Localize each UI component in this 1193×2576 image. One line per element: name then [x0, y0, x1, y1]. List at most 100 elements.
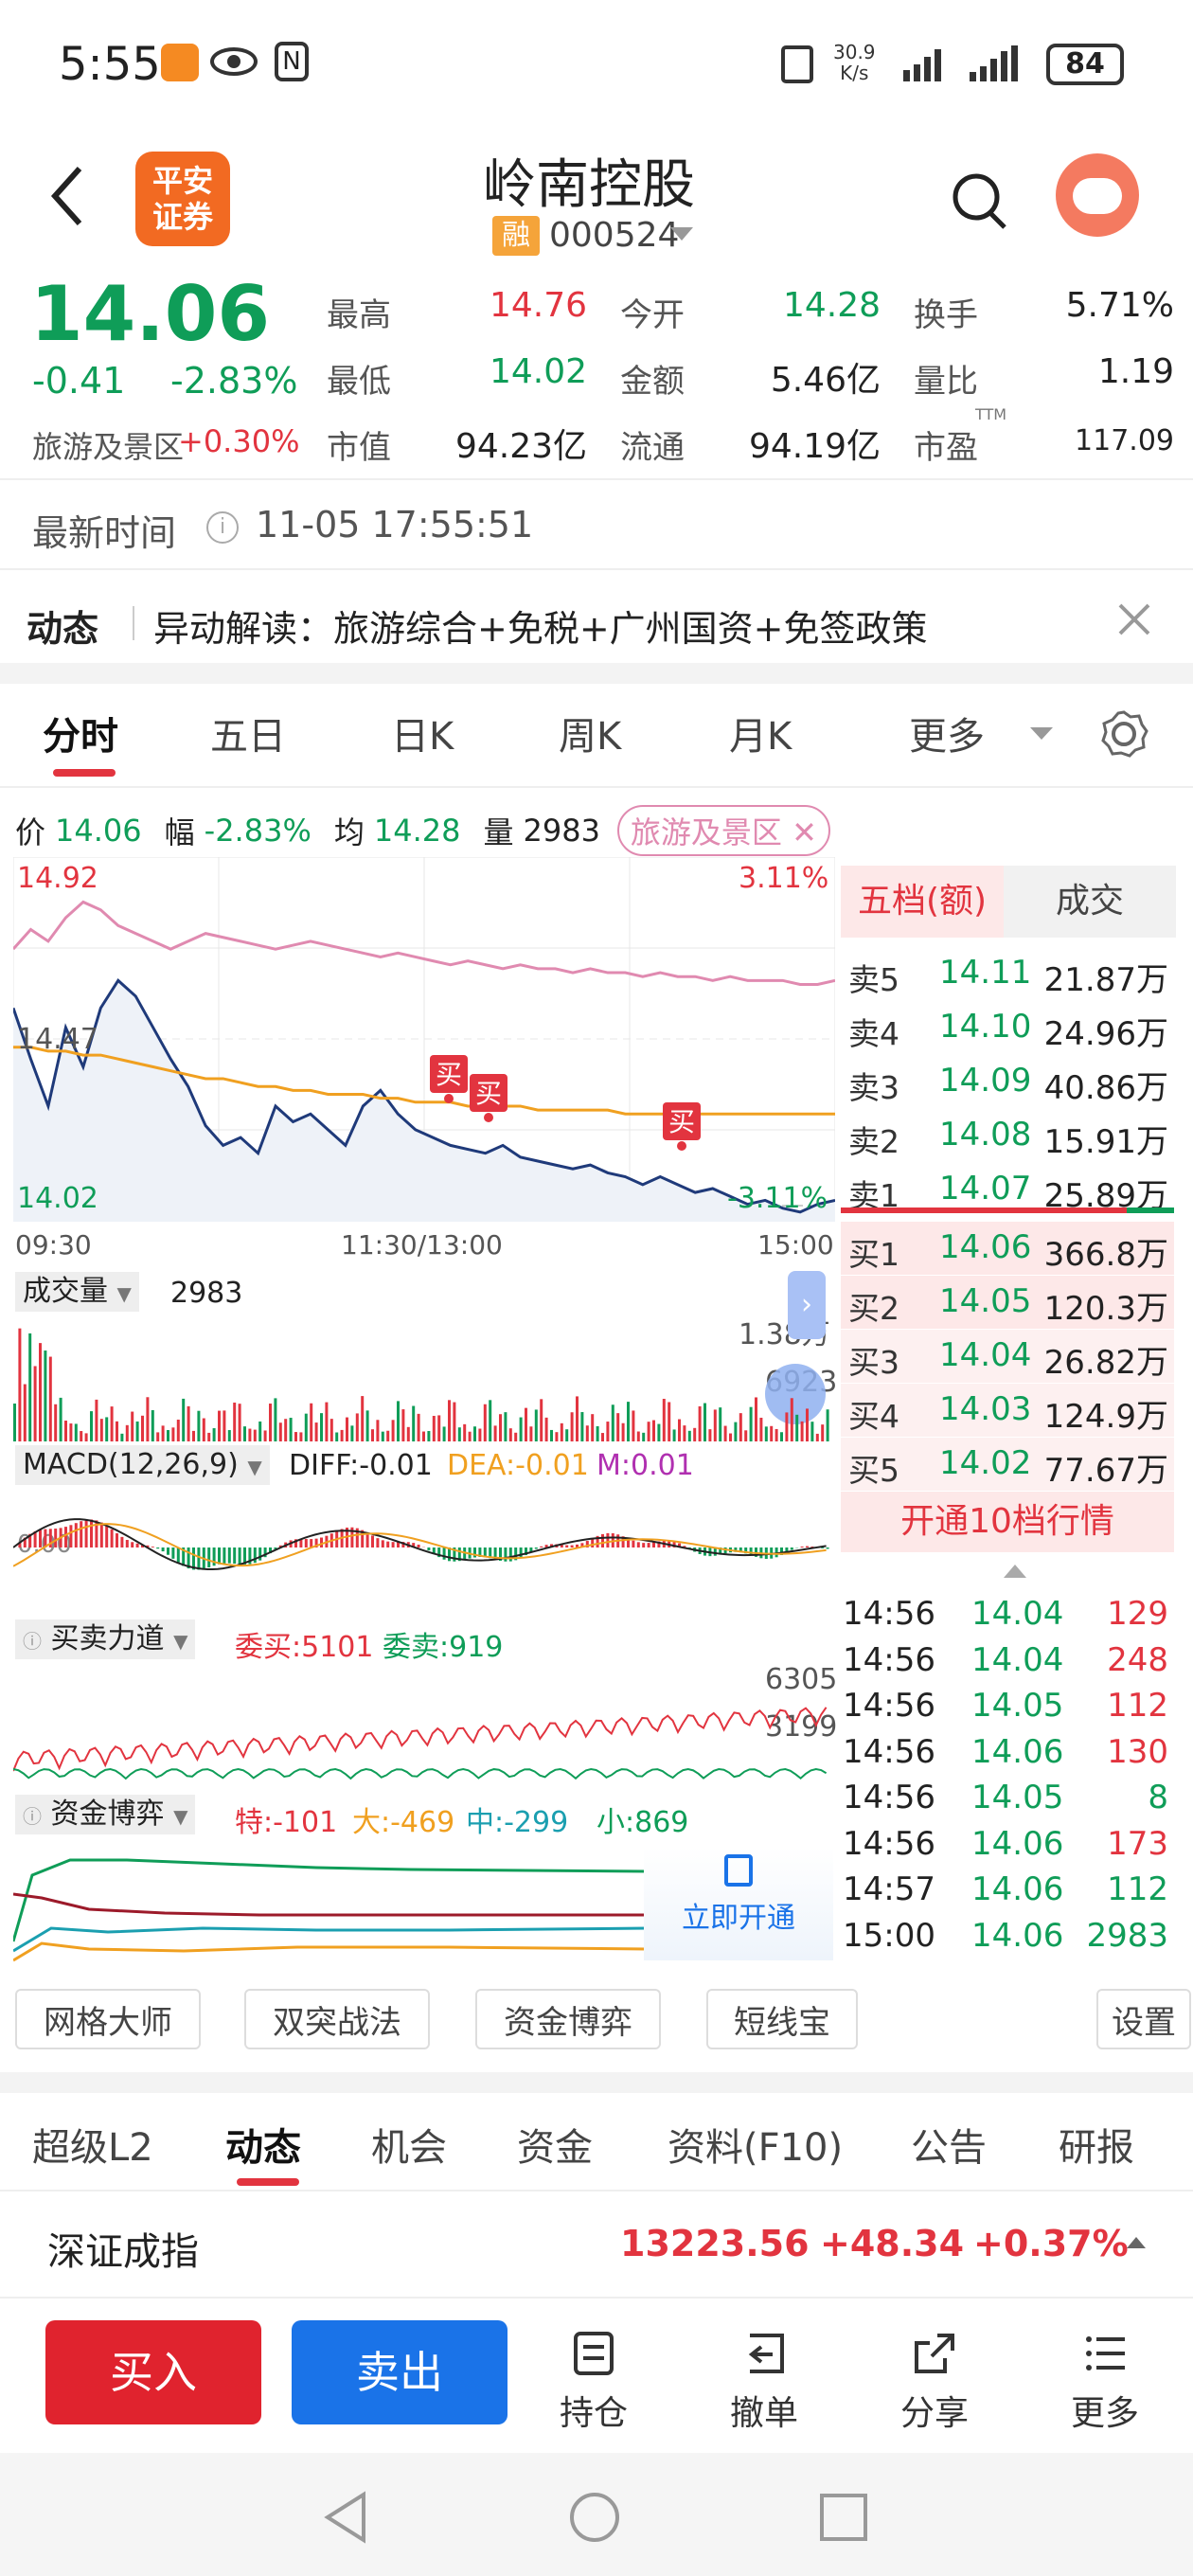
holdings-button[interactable]: 持仓 [542, 2330, 646, 2435]
volume-bar [110, 1406, 114, 1441]
nav-home-icon[interactable] [568, 2491, 621, 2544]
trade-price: 14.06 [971, 1824, 1064, 1863]
nfc-icon: N [275, 42, 309, 81]
tab-five-day[interactable]: 五日 [210, 706, 286, 760]
bid-level-row[interactable]: 买1 14.06 366.8万 [841, 1222, 1174, 1275]
pe-ttm-superscript: TTM [975, 405, 1007, 423]
tool-grid-master-button[interactable]: 网格大师 [15, 1989, 201, 2049]
volume-bar [560, 1422, 563, 1441]
trade-time: 14:56 [843, 1824, 935, 1863]
volume-bar [529, 1426, 533, 1441]
volume-bar [703, 1403, 706, 1441]
nav-recents-icon[interactable] [819, 2493, 868, 2542]
macd-bar [381, 1540, 384, 1547]
tab-news[interactable]: 动态 [225, 2117, 301, 2172]
volume-bar [28, 1333, 32, 1441]
nav-back-icon[interactable] [322, 2491, 369, 2544]
level-amount: 366.8万 [1043, 1236, 1168, 1274]
ask-level-row[interactable]: 卖5 14.11 21.87万 [841, 947, 1174, 1000]
sector-overlay-tag[interactable]: 旅游及景区 ✕ [616, 805, 830, 856]
volume-bar [350, 1425, 354, 1441]
bid-level-row[interactable]: 买3 14.04 26.82万 [841, 1330, 1174, 1383]
code-dropdown-icon[interactable] [670, 227, 693, 241]
level-label: 买4 [848, 1398, 899, 1435]
tab-announcements[interactable]: 公告 [911, 2117, 987, 2172]
macd-bar [167, 1547, 169, 1555]
ask-level-row[interactable]: 卖2 14.08 15.91万 [841, 1109, 1174, 1162]
macd-bar [233, 1547, 237, 1565]
tab-weekly-k[interactable]: 周K [559, 706, 621, 760]
volume-bar [775, 1428, 778, 1441]
bid-level-row[interactable]: 买4 14.03 124.9万 [841, 1384, 1174, 1437]
divider [0, 2297, 1193, 2299]
capital-indicator-selector[interactable]: ⓘ 资金博弈 ▼ [15, 1795, 196, 1834]
volume-bar [662, 1399, 666, 1441]
tab-f10[interactable]: 资料(F10) [668, 2117, 843, 2172]
buy-button[interactable]: 买入 [45, 2320, 261, 2424]
volume-bar [580, 1412, 584, 1441]
tab-research[interactable]: 研报 [1059, 2117, 1134, 2172]
volume-bar [187, 1405, 190, 1441]
tab-trades[interactable]: 成交 [1004, 866, 1176, 938]
gear-icon[interactable] [1098, 708, 1149, 760]
more-chevron-down-icon[interactable] [1030, 727, 1053, 740]
force-bid: 委买:5101 [235, 1631, 374, 1664]
macd-bar [427, 1547, 431, 1551]
system-nav-bar [0, 2453, 1193, 2576]
volume-bar [821, 1424, 825, 1441]
more-button[interactable]: 更多 [1053, 2330, 1157, 2435]
tab-orderbook[interactable]: 五档(额) [841, 866, 1004, 938]
tab-super-l2[interactable]: 超级L2 [32, 2117, 153, 2172]
tool-capital-game-button[interactable]: 资金博弈 [475, 1989, 661, 2049]
assistant-avatar-icon[interactable] [1056, 153, 1139, 237]
intraday-price-chart[interactable]: 买买买 [13, 857, 835, 1222]
tool-double-breakout-button[interactable]: 双突战法 [244, 1989, 430, 2049]
tab-daily-k[interactable]: 日K [391, 706, 454, 760]
stock-header: 平安 证券 岭南控股 融 000524 [0, 133, 1193, 270]
menu-icon [1086, 2336, 1125, 2370]
tab-opportunity[interactable]: 机会 [371, 2117, 447, 2172]
tool-settings-button[interactable]: 设置 [1096, 1989, 1191, 2049]
force-indicator-selector[interactable]: ⓘ 买卖力道 ▼ [15, 1619, 196, 1659]
close-icon[interactable]: ✕ [792, 814, 817, 850]
volume-indicator-selector[interactable]: 成交量 ▼ [15, 1272, 139, 1312]
sector-name[interactable]: 旅游及景区 [32, 423, 184, 467]
volume-bar [401, 1409, 405, 1441]
cancel-order-button[interactable]: 撤单 [712, 2330, 816, 2435]
back-icon[interactable] [47, 163, 85, 229]
volume-bar [473, 1426, 476, 1441]
volume-bar [815, 1433, 819, 1441]
macd-bar [156, 1547, 160, 1549]
divider [0, 2190, 1193, 2191]
news-text[interactable]: 异动解读：旅游综合+免税+广州国资+免签政策 [153, 599, 928, 652]
market-cap-value: 94.23亿 [454, 427, 587, 466]
tab-more[interactable]: 更多 [909, 706, 985, 760]
macd-bar [376, 1538, 380, 1547]
tab-monthly-k[interactable]: 月K [729, 706, 792, 760]
macd-indicator-selector[interactable]: MACD(12,26,9) ▼ [15, 1445, 270, 1485]
tab-capital[interactable]: 资金 [517, 2117, 593, 2172]
tab-intraday[interactable]: 分时 [43, 706, 118, 760]
volume-bar [770, 1425, 774, 1441]
trade-volume: 2983 [1086, 1916, 1168, 1955]
capital-unlock-overlay[interactable]: 立即开通 [644, 1847, 833, 1960]
volume-bar [744, 1430, 748, 1441]
sell-button[interactable]: 卖出 [292, 2320, 507, 2424]
info-icon[interactable]: i [206, 511, 239, 544]
stock-code: 000524 [549, 216, 680, 255]
bid-level-row[interactable]: 买5 14.02 77.67万 [841, 1438, 1174, 1491]
tool-short-line-button[interactable]: 短线宝 [706, 1989, 858, 2049]
volume-bar [627, 1402, 630, 1441]
chevron-down-icon: ▼ [247, 1456, 262, 1478]
force-chart [13, 1707, 828, 1780]
chevron-up-icon[interactable] [1004, 1565, 1026, 1578]
ask-level-row[interactable]: 卖3 14.09 40.86万 [841, 1055, 1174, 1108]
share-button[interactable]: 分享 [882, 2330, 987, 2435]
upgrade-10-level-button[interactable]: 开通10档行情 [841, 1492, 1174, 1552]
bid-level-row[interactable]: 买2 14.05 120.3万 [841, 1276, 1174, 1329]
search-icon[interactable] [952, 170, 1008, 231]
close-icon[interactable] [1117, 602, 1151, 636]
volume-bar [258, 1421, 262, 1441]
ask-level-row[interactable]: 卖4 14.10 24.96万 [841, 1001, 1174, 1054]
macd-bar [310, 1539, 313, 1547]
